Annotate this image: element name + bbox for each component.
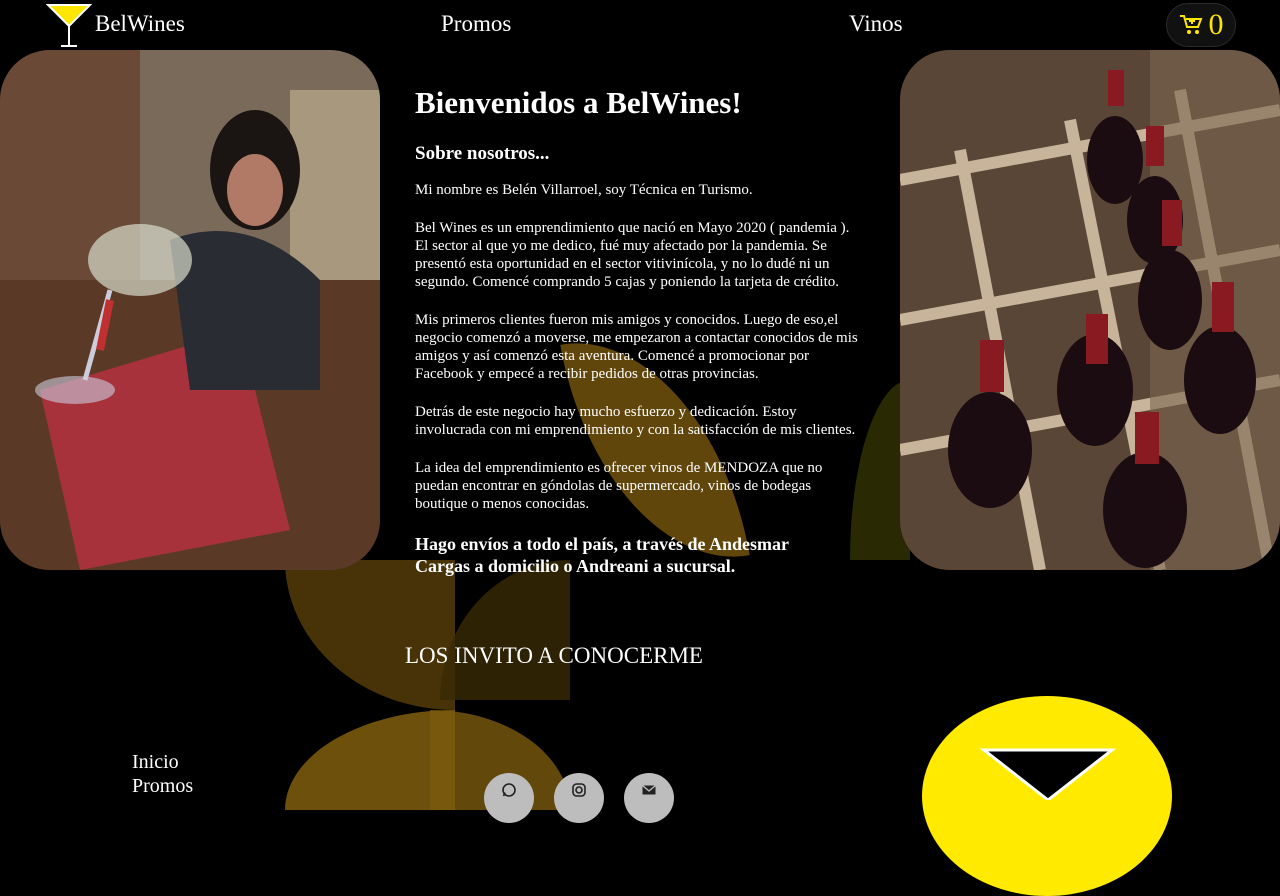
instagram-icon <box>572 783 586 797</box>
about-paragraph: Detrás de este negocio hay mucho esfuerz… <box>415 404 856 438</box>
about-section: Bienvenidos a BelWines! Sobre nosotros..… <box>415 85 865 577</box>
footer-nav: Inicio Promos <box>132 750 193 798</box>
leaf-decoration <box>440 560 570 700</box>
shipping-info: Hago envíos a todo el país, a través de … <box>415 534 789 576</box>
cart-button[interactable]: 0 <box>1166 3 1236 47</box>
footer-logo-badge <box>922 696 1172 896</box>
footer-link-promos[interactable]: Promos <box>132 774 193 798</box>
cart-count: 0 <box>1208 8 1224 41</box>
footer-link-inicio[interactable]: Inicio <box>132 750 193 774</box>
about-paragraph: La idea del emprendimiento es ofrecer vi… <box>415 460 823 512</box>
leaf-decoration <box>285 560 455 710</box>
cart-icon <box>1179 15 1202 34</box>
brand-name[interactable]: BelWines <box>95 11 185 37</box>
martini-logo-icon <box>979 748 1117 800</box>
about-subtitle: Sobre nosotros... <box>415 143 550 164</box>
whatsapp-icon <box>502 783 516 797</box>
instagram-button[interactable] <box>554 773 604 823</box>
page-title: Bienvenidos a BelWines! <box>415 85 742 120</box>
nav-promos-link[interactable]: Promos <box>441 11 511 37</box>
mail-button[interactable] <box>624 773 674 823</box>
nav-vinos-link[interactable]: Vinos <box>849 11 903 37</box>
cta-heading: LOS INVITO A CONOCERME <box>405 643 703 668</box>
about-paragraph: Bel Wines es un emprendimiento que nació… <box>415 220 850 290</box>
photo-wine-crate <box>900 50 1280 570</box>
mail-icon <box>642 784 656 795</box>
martini-logo-icon[interactable] <box>46 2 92 48</box>
whatsapp-button[interactable] <box>484 773 534 823</box>
photo-woman-toasting <box>0 50 380 570</box>
about-paragraph: Mis primeros clientes fueron mis amigos … <box>415 312 858 382</box>
about-paragraph: Mi nombre es Belén Villarroel, soy Técni… <box>415 182 753 198</box>
top-navbar: BelWines Promos Vinos 0 <box>0 0 1280 50</box>
